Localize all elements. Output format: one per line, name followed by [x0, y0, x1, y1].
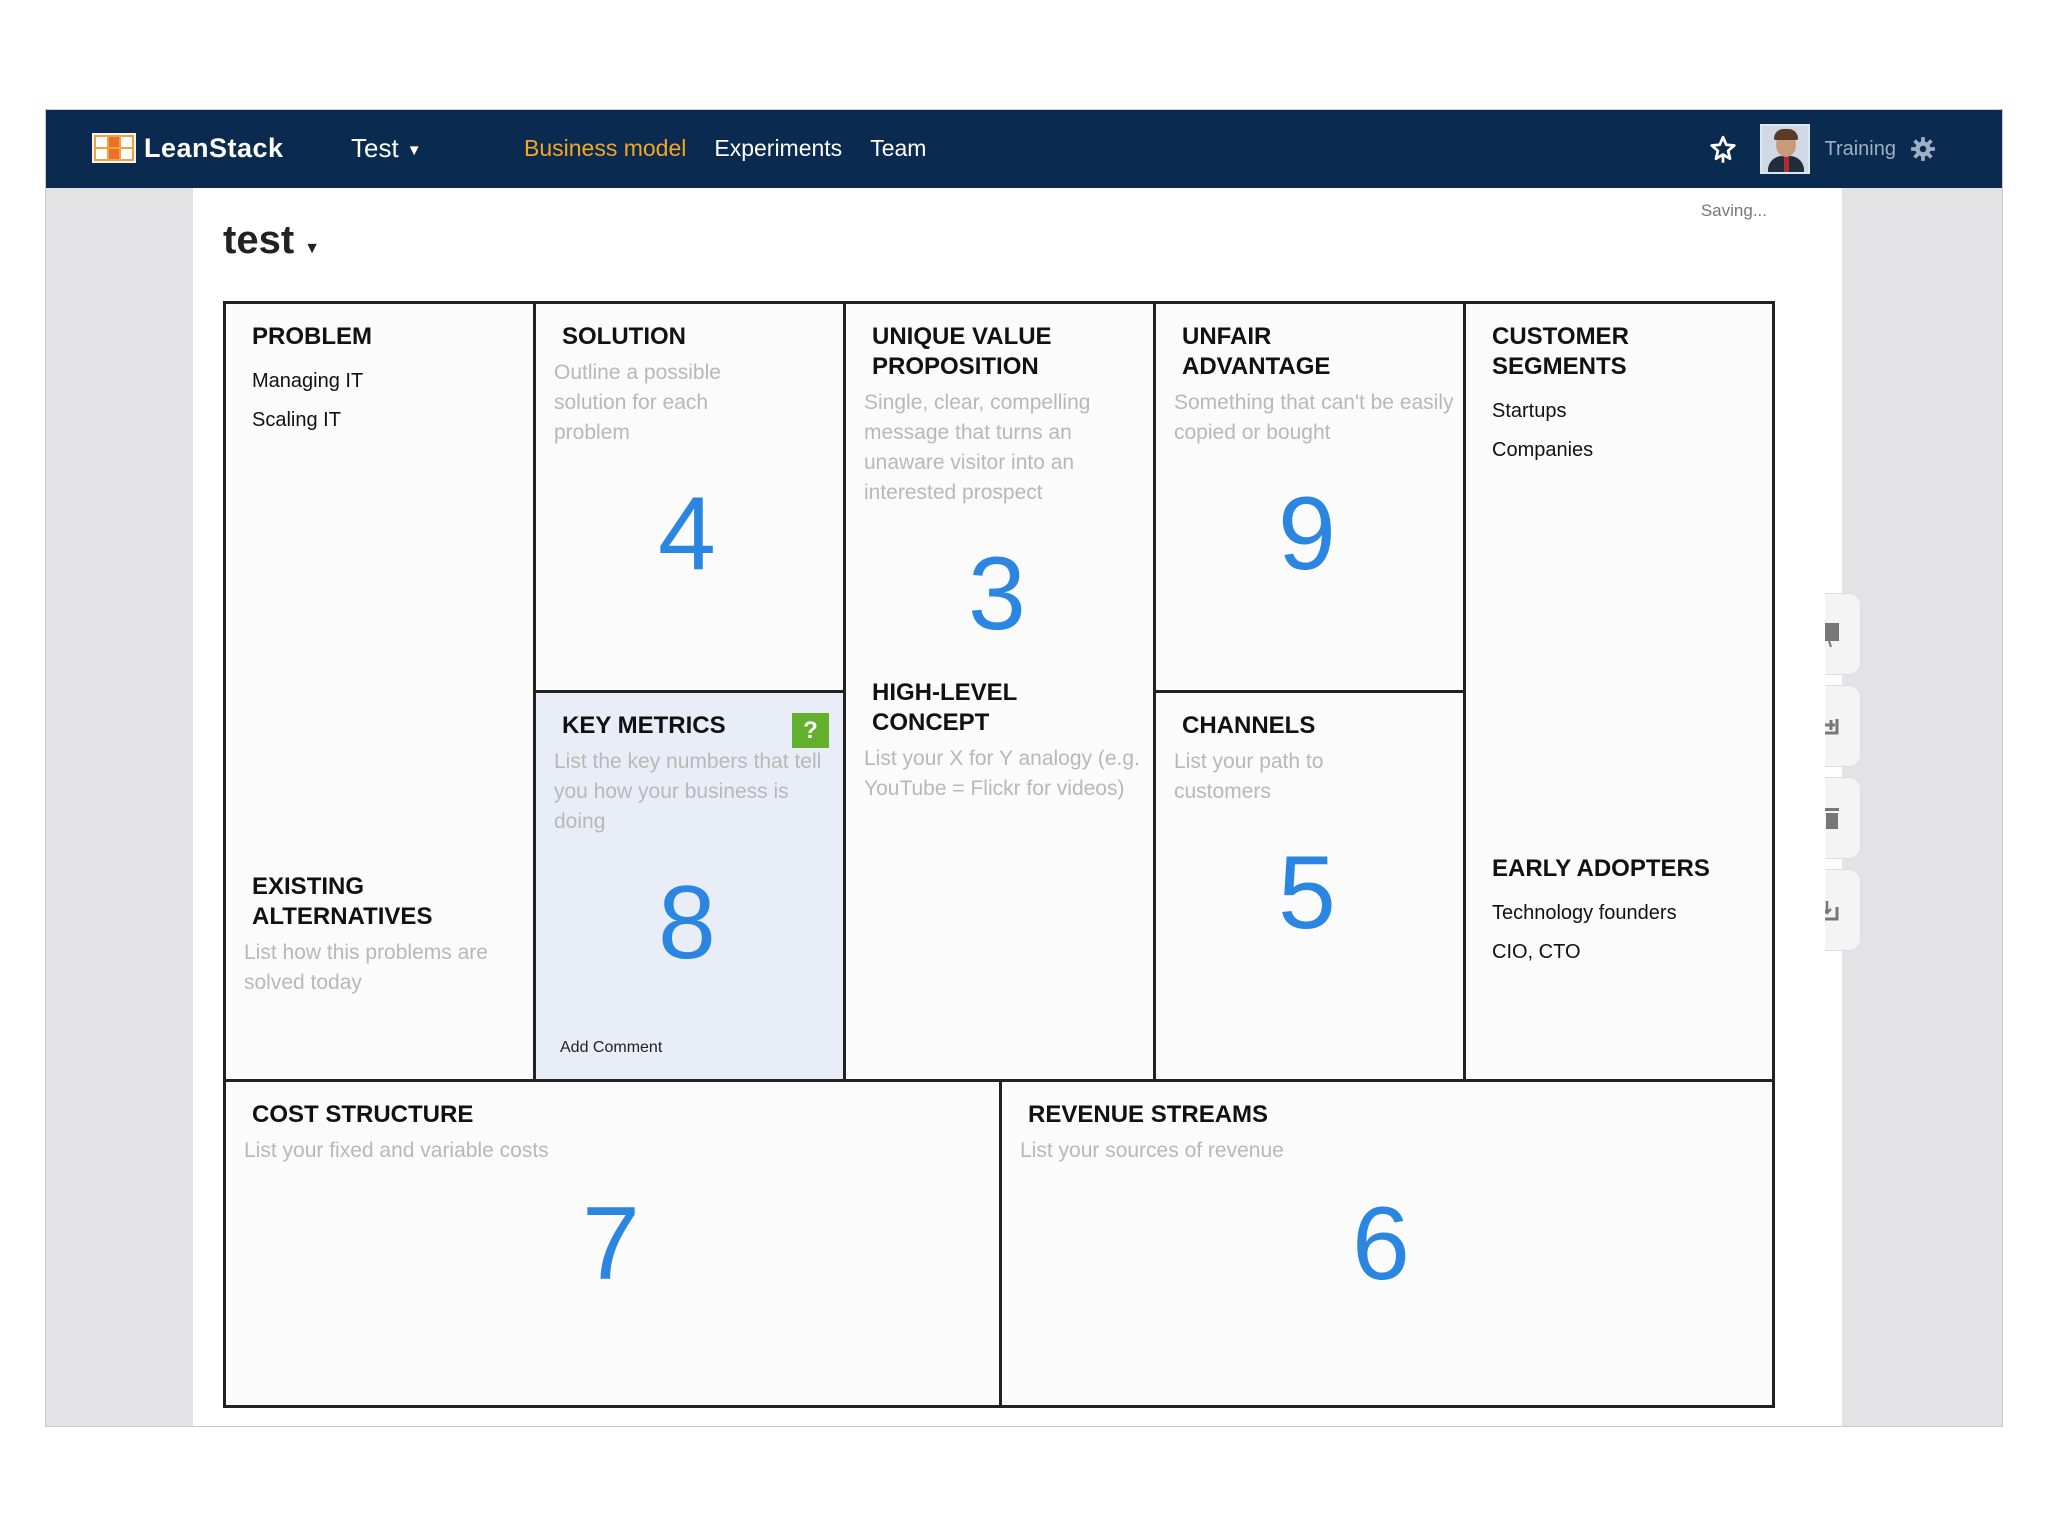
item-list: Managing IT Scaling IT [252, 362, 533, 440]
block-number: 7 [582, 1186, 640, 1302]
block-heading: REVENUE STREAMS [1028, 1101, 1269, 1128]
main-nav: Business model Experiments Team [524, 128, 926, 168]
logo-icon [92, 133, 136, 163]
block-unfair-advantage[interactable]: UNFAIR ADVANTAGE Something that can't be… [1156, 304, 1466, 693]
block-heading: EARLY ADOPTERS [1492, 855, 1710, 882]
save-status: Saving... [1700, 201, 1767, 220]
block-cost-structure[interactable]: COST STRUCTURE List your fixed and varia… [226, 1082, 1002, 1405]
early-adopters-section[interactable]: EARLY ADOPTERS Technology founders CIO, … [1492, 854, 1710, 972]
block-heading: UNFAIR ADVANTAGE [1182, 323, 1331, 380]
list-item[interactable]: Managing IT [252, 362, 533, 401]
star-pin-icon[interactable] [1708, 134, 1738, 164]
add-tool[interactable] [1825, 685, 1861, 767]
project-dropdown-label: Test [351, 132, 399, 163]
delete-tool[interactable] [1825, 777, 1861, 859]
bookmark-icon [1825, 623, 1839, 648]
block-hint: Something that can't be easily copied or… [1174, 391, 1454, 444]
block-channels[interactable]: CHANNELS List your path to customers 5 [1156, 693, 1466, 1082]
user-name[interactable]: Training [1824, 138, 1896, 161]
block-heading: UNIQUE VALUE PROPOSITION [872, 323, 1052, 380]
add-icon [1825, 719, 1839, 735]
project-dropdown[interactable]: Test ▼ [351, 128, 422, 168]
block-hint: List the key numbers that tell you how y… [554, 750, 822, 833]
block-hint: List your path to customers [1174, 750, 1324, 803]
block-revenue-streams[interactable]: REVENUE STREAMS List your sources of rev… [1002, 1082, 1772, 1405]
user-avatar[interactable] [1760, 124, 1811, 174]
canvas-title-dropdown[interactable]: test ▼ [223, 218, 320, 263]
block-hint: List your X for Y analogy (e.g. YouTube … [864, 747, 1140, 800]
block-number: 8 [658, 865, 716, 981]
block-key-metrics[interactable]: KEY METRICS ? List the key numbers that … [536, 693, 846, 1082]
block-heading: HIGH-LEVEL CONCEPT [872, 679, 1017, 736]
nav-link-business-model[interactable]: Business model [524, 135, 686, 162]
lean-canvas: PROBLEM Managing IT Scaling IT EXISTING … [223, 301, 1775, 1408]
item-list: Startups Companies [1492, 392, 1772, 470]
block-hint: List your sources of revenue [1020, 1139, 1284, 1162]
user-area: Training [1708, 120, 1936, 178]
block-number: 3 [968, 536, 1026, 652]
block-heading: PROBLEM [252, 323, 372, 350]
block-customer-segments[interactable]: CUSTOMER SEGMENTS Startups Companies EAR… [1466, 304, 1772, 1082]
logo[interactable]: LeanStack [92, 128, 284, 168]
block-hint: List your fixed and variable costs [244, 1139, 549, 1162]
caret-down-icon: ▼ [406, 141, 422, 159]
block-number: 6 [1352, 1186, 1410, 1302]
export-tool[interactable] [1825, 869, 1861, 951]
top-navbar: LeanStack Test ▼ Business model Experime… [46, 110, 2002, 188]
canvas-title: test [223, 218, 295, 262]
existing-alternatives-section[interactable]: EXISTING ALTERNATIVES List how this prob… [244, 872, 494, 998]
block-number: 5 [1278, 835, 1336, 951]
block-number: 4 [658, 476, 716, 592]
block-unique-value-proposition[interactable]: UNIQUE VALUE PROPOSITION Single, clear, … [846, 304, 1156, 1082]
block-heading: CUSTOMER SEGMENTS [1492, 323, 1629, 380]
block-hint: List how this problems are solved today [244, 941, 488, 994]
trash-icon [1825, 808, 1839, 829]
block-problem[interactable]: PROBLEM Managing IT Scaling IT EXISTING … [226, 304, 536, 1082]
logo-text: LeanStack [144, 132, 284, 163]
block-heading: CHANNELS [1182, 712, 1316, 739]
nav-link-team[interactable]: Team [870, 135, 926, 162]
block-heading: EXISTING ALTERNATIVES [252, 873, 433, 930]
block-heading: COST STRUCTURE [252, 1101, 474, 1128]
canvas-sheet: test ▼ Saving... PROBLEM Managing IT Sca… [193, 188, 1861, 1426]
block-heading: SOLUTION [562, 323, 686, 350]
list-item[interactable]: Startups [1492, 392, 1772, 431]
list-item[interactable]: Scaling IT [252, 401, 533, 440]
caret-down-icon: ▼ [304, 240, 320, 257]
high-level-concept-section[interactable]: HIGH-LEVEL CONCEPT List your X for Y ana… [864, 678, 1153, 804]
export-icon [1825, 901, 1839, 921]
add-comment-link[interactable]: Add Comment [560, 1039, 662, 1057]
item-list: Technology founders CIO, CTO [1492, 894, 1710, 972]
list-item[interactable]: Technology founders [1492, 894, 1710, 933]
side-toolbar [1825, 593, 1861, 961]
list-item[interactable]: Companies [1492, 431, 1772, 470]
bookmark-tool[interactable] [1825, 593, 1861, 675]
block-heading: KEY METRICS [562, 712, 726, 739]
block-number: 9 [1278, 476, 1336, 592]
list-item[interactable]: CIO, CTO [1492, 933, 1710, 972]
gear-icon[interactable] [1910, 136, 1936, 162]
block-solution[interactable]: SOLUTION Outline a possible solution for… [536, 304, 846, 693]
block-hint: Outline a possible solution for each pro… [554, 361, 721, 444]
nav-link-experiments[interactable]: Experiments [714, 135, 842, 162]
block-hint: Single, clear, compelling message that t… [864, 391, 1091, 504]
app-window: LeanStack Test ▼ Business model Experime… [45, 109, 2003, 1427]
help-button[interactable]: ? [792, 713, 829, 748]
